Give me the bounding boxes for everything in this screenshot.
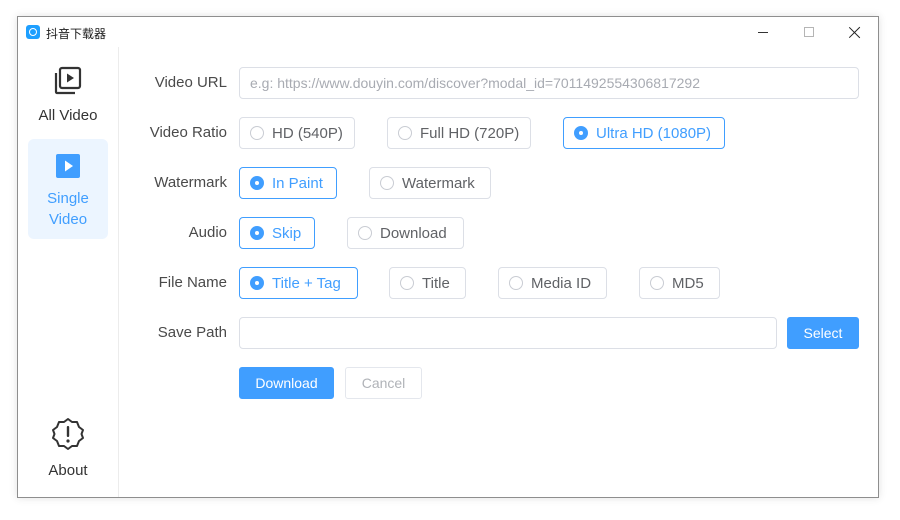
radio-dot-icon — [650, 276, 664, 290]
radio-dot-icon — [250, 176, 264, 190]
close-icon — [849, 26, 861, 38]
file-name-option-title-tag[interactable]: Title + Tag — [239, 267, 358, 299]
audio-label: Audio — [188, 224, 227, 241]
radio-dot-icon — [380, 176, 394, 190]
video-ratio-option-ultra-hd[interactable]: Ultra HD (1080P) — [563, 117, 725, 149]
video-ratio-label: Video Ratio — [149, 124, 227, 141]
radio-dot-icon — [398, 126, 412, 140]
radio-label: Skip — [272, 224, 302, 242]
play-square-icon — [55, 153, 81, 184]
sidebar-item-all-video[interactable]: All Video — [28, 64, 108, 144]
close-button[interactable] — [832, 17, 878, 47]
warning-badge-icon — [51, 417, 85, 456]
audio-option-skip[interactable]: Skip — [239, 217, 315, 249]
radio-label: HD (540P) — [272, 124, 343, 142]
video-ratio-option-hd[interactable]: HD (540P) — [239, 117, 355, 149]
video-url-input[interactable] — [239, 67, 859, 99]
video-ratio-option-full-hd[interactable]: Full HD (720P) — [387, 117, 531, 149]
select-path-button[interactable]: Select — [787, 317, 859, 349]
audio-option-download[interactable]: Download — [347, 217, 464, 249]
cancel-button[interactable]: Cancel — [345, 367, 422, 399]
radio-dot-icon — [358, 226, 372, 240]
title-bar: 抖音下载器 — [18, 17, 878, 47]
file-name-option-title[interactable]: Title — [389, 267, 466, 299]
sidebar-item-label: All Video — [38, 107, 98, 124]
maximize-button[interactable] — [786, 17, 832, 47]
sidebar-item-label: About — [48, 462, 88, 479]
window-title: 抖音下载器 — [46, 27, 107, 41]
radio-label: Full HD (720P) — [420, 124, 520, 142]
radio-label: Title + Tag — [272, 274, 341, 292]
radio-label: Ultra HD (1080P) — [596, 124, 712, 142]
watermark-option-in-paint[interactable]: In Paint — [239, 167, 337, 199]
watermark-option-watermark[interactable]: Watermark — [369, 167, 491, 199]
radio-label: Download — [380, 224, 447, 242]
radio-label: Media ID — [531, 274, 592, 292]
file-name-option-media-id[interactable]: Media ID — [498, 267, 607, 299]
sidebar-item-label: Single Video — [47, 190, 89, 228]
radio-label: Watermark — [402, 174, 475, 192]
video-library-icon — [53, 66, 83, 101]
radio-dot-icon — [250, 276, 264, 290]
radio-dot-icon — [574, 126, 588, 140]
sidebar: All Video Single Video About — [18, 47, 119, 497]
save-path-label: Save Path — [157, 324, 227, 341]
app-logo-icon — [26, 25, 40, 39]
radio-dot-icon — [250, 126, 264, 140]
watermark-label: Watermark — [154, 174, 227, 191]
maximize-icon — [804, 27, 814, 37]
sidebar-item-about[interactable]: About — [28, 417, 108, 485]
minimize-button[interactable] — [740, 17, 786, 47]
app-window: 抖音下载器 All Video Single Video About Video… — [17, 16, 879, 498]
download-button[interactable]: Download — [239, 367, 334, 399]
radio-label: MD5 — [672, 274, 704, 292]
radio-label: In Paint — [272, 174, 323, 192]
radio-dot-icon — [509, 276, 523, 290]
video-url-label: Video URL — [154, 74, 227, 91]
file-name-option-md5[interactable]: MD5 — [639, 267, 720, 299]
save-path-input[interactable] — [239, 317, 777, 349]
radio-dot-icon — [250, 226, 264, 240]
radio-dot-icon — [400, 276, 414, 290]
minimize-icon — [758, 31, 768, 33]
sidebar-item-single-video[interactable]: Single Video — [28, 139, 108, 239]
file-name-label: File Name — [158, 274, 227, 291]
radio-label: Title — [422, 274, 450, 292]
